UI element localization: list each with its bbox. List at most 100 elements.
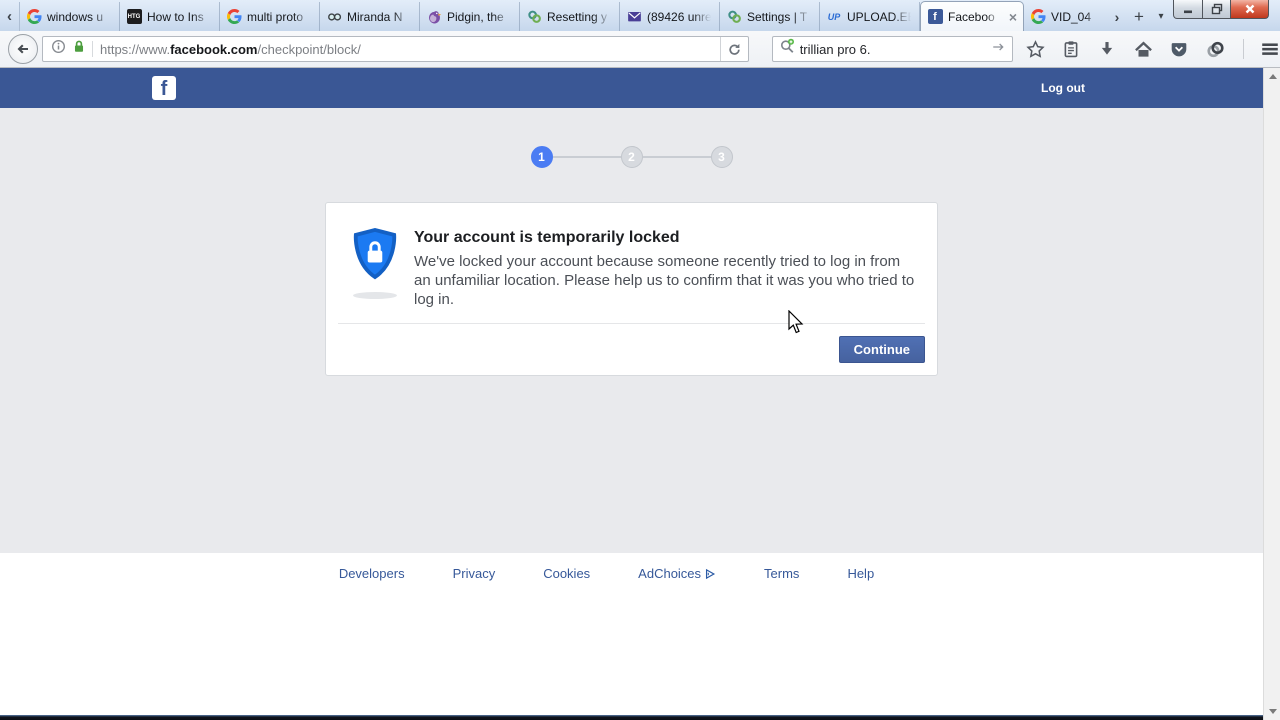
tab-title: Settings | T [747,9,808,24]
google-icon [1030,9,1046,25]
account-locked-card: Your account is temporarily locked We've… [325,202,938,376]
card-body-text: We've locked your account because someon… [414,253,915,308]
tab-resetting[interactable]: Resetting y [520,2,620,31]
footer-links: Developers Privacy Cookies AdChoices Ter… [0,553,1238,581]
https-lock-icon[interactable] [72,39,86,59]
tab-facebook-active[interactable]: f Faceboo × [920,1,1024,31]
tab-bar: ‹ windows u HTG How to Ins multi proto M… [0,0,1280,31]
tab-title: Faceboo [948,9,995,24]
new-tab-button[interactable]: + [1128,2,1150,31]
scroll-down-button[interactable] [1264,703,1280,720]
down-arrow-icon [1268,709,1277,714]
page-footer: Developers Privacy Cookies AdChoices Ter… [0,553,1263,715]
reload-button[interactable] [719,37,748,61]
tab-miranda[interactable]: Miranda N [320,2,420,31]
home-icon [1134,40,1152,57]
download-arrow-icon [1101,42,1113,55]
footer-link-developers[interactable]: Developers [339,566,405,581]
toolbar-separator [1243,39,1244,59]
close-icon [1245,4,1254,14]
vertical-scrollbar[interactable] [1263,68,1280,720]
card-divider [338,323,925,324]
pocket-button[interactable] [1169,39,1189,59]
search-bar[interactable] [771,36,1013,62]
bookmark-star-button[interactable] [1025,39,1045,59]
step-2: 2 [620,146,643,168]
howtogeek-icon: HTG [126,9,142,25]
tab-title: UPLOAD.EE [847,9,913,24]
facebook-icon: f [927,9,943,25]
tab-overflow-right-button[interactable]: › [1106,2,1128,31]
pocket-icon [1171,43,1187,57]
stepper-connector [642,156,711,158]
tab-mail-unread[interactable]: (89426 unre [620,2,720,31]
tab-multi-proto[interactable]: multi proto [220,2,320,31]
card-title: Your account is temporarily locked [414,229,680,246]
tab-uploadee[interactable]: UP UPLOAD.EE [820,2,920,31]
loop-rings-icon [1206,41,1224,57]
tab-settings-trillian[interactable]: Settings | T [720,2,820,31]
url-text[interactable]: https://www.facebook.com/checkpoint/bloc… [100,42,720,57]
google-icon [26,9,42,25]
mouse-cursor [788,310,804,334]
tab-title: (89426 unre [647,9,712,24]
search-input[interactable] [799,41,991,57]
tab-how-to-install[interactable]: HTG How to Ins [120,2,220,31]
shield-lock-icon [351,227,399,299]
tab-title: Resetting y [547,9,608,24]
continue-button[interactable]: Continue [838,336,925,363]
tab-close-icon[interactable]: × [1007,10,1017,24]
tab-vid[interactable]: VID_04 [1024,2,1106,31]
minimize-icon [1184,10,1192,14]
downloads-button[interactable] [1097,39,1117,59]
up-arrow-icon [1268,74,1277,79]
browser-window: ‹ windows u HTG How to Ins multi proto M… [0,0,1280,720]
restore-icon [1211,3,1222,15]
footer-link-terms[interactable]: Terms [764,566,799,581]
back-button[interactable] [8,34,38,64]
logout-link[interactable]: Log out [1041,68,1085,108]
page-viewport: f Log out 1 2 3 Your account is temporar… [0,68,1280,720]
star-icon [1025,39,1045,58]
search-go-icon[interactable] [991,40,1006,59]
tab-title: Miranda N [347,9,403,24]
facebook-logo[interactable]: f [152,76,176,100]
adchoices-icon [706,568,716,579]
step-3: 3 [710,146,733,168]
window-controls [1173,0,1269,19]
url-bar[interactable]: https://www.facebook.com/checkpoint/bloc… [42,36,749,62]
toolbar-buttons [1025,39,1280,59]
tab-scroll-left-button[interactable]: ‹ [0,2,20,31]
tab-title: Pidgin, the [447,9,504,24]
google-icon [226,9,242,25]
checkpoint-page-body: 1 2 3 Your account is temporarily locked… [0,108,1263,553]
search-icon[interactable] [779,38,796,60]
step-1-active: 1 [530,146,553,168]
taskbar-edge [0,715,1263,720]
footer-link-adchoices[interactable]: AdChoices [638,566,716,581]
hello-loop-button[interactable] [1205,39,1225,59]
footer-link-cookies[interactable]: Cookies [543,566,590,581]
footer-link-help[interactable]: Help [847,566,874,581]
close-window-button[interactable] [1231,0,1269,19]
pidgin-icon [426,9,442,25]
miranda-icon [326,9,342,25]
minimize-button[interactable] [1173,0,1203,19]
hamburger-icon [1262,43,1278,55]
footer-link-privacy[interactable]: Privacy [453,566,496,581]
list-all-tabs-button[interactable]: ▾ [1150,2,1172,31]
bookmarks-menu-button[interactable] [1061,39,1081,59]
back-arrow-icon [17,44,28,54]
stepper-connector [552,156,621,158]
tab-windows-u[interactable]: windows u [20,2,120,31]
trillian-icon [726,9,742,25]
tab-title: windows u [47,9,104,24]
tab-pidgin[interactable]: Pidgin, the [420,2,520,31]
page-info-icon[interactable] [51,39,66,59]
menu-button[interactable] [1260,39,1280,59]
tab-title: multi proto [247,9,304,24]
home-button[interactable] [1133,39,1153,59]
scroll-up-button[interactable] [1264,68,1280,85]
urlbar-divider [92,41,93,57]
restore-button[interactable] [1203,0,1231,19]
